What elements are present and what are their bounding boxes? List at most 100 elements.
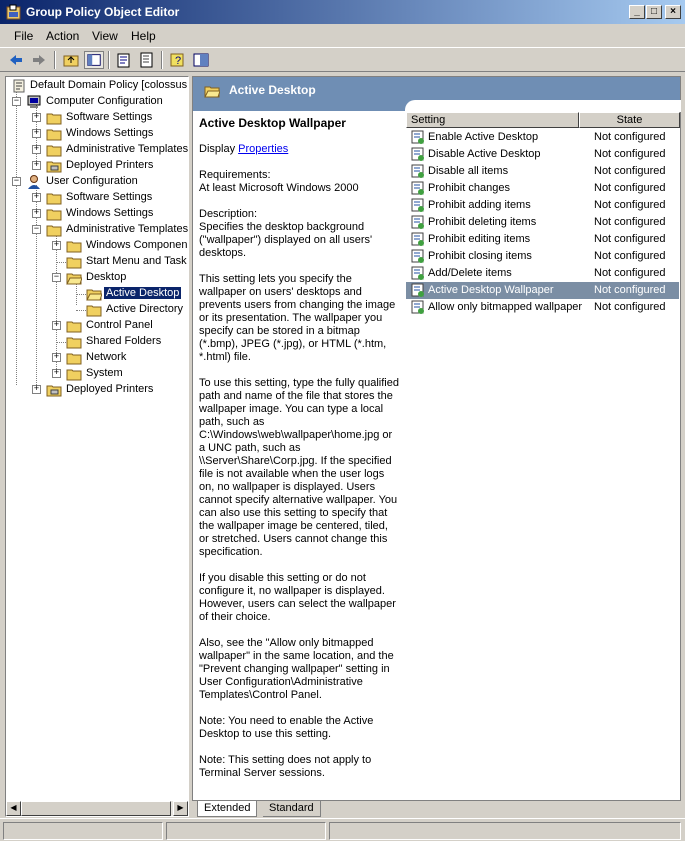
status-bar — [0, 818, 685, 841]
tree-horizontal-scrollbar[interactable]: ◀ ▶ — [6, 801, 188, 816]
expand-toggle[interactable]: + — [32, 129, 41, 138]
policy-setting-icon — [411, 283, 424, 297]
collapse-toggle[interactable]: − — [12, 177, 21, 186]
status-pane — [166, 822, 326, 840]
maximize-button[interactable]: □ — [646, 5, 662, 19]
open-folder-icon — [66, 273, 82, 285]
toolbar-separator — [161, 51, 163, 69]
list-item[interactable]: Add/Delete items Not configured — [406, 265, 679, 282]
menu-bar: File Action View Help — [0, 26, 685, 46]
toolbar-separator — [108, 51, 110, 69]
expand-toggle[interactable]: + — [32, 193, 41, 202]
minimize-button[interactable]: _ — [629, 5, 645, 19]
window-title: Group Policy Object Editor — [26, 5, 180, 19]
column-header-setting[interactable]: Setting — [406, 112, 579, 128]
folder-icon — [46, 193, 62, 205]
expand-toggle[interactable]: + — [32, 385, 41, 394]
toolbar: ? — [0, 47, 685, 72]
expand-toggle[interactable]: + — [52, 241, 61, 250]
folder-icon — [46, 129, 62, 141]
list-item[interactable]: Prohibit editing items Not configured — [406, 231, 679, 248]
policy-setting-icon — [411, 198, 424, 212]
collapse-toggle[interactable]: − — [52, 273, 61, 282]
menu-action[interactable]: Action — [46, 29, 79, 43]
menu-view[interactable]: View — [92, 29, 118, 43]
show-hide-tree-icon[interactable] — [84, 51, 104, 69]
policy-setting-icon — [411, 232, 424, 246]
policy-setting-icon — [411, 266, 424, 280]
expand-toggle[interactable]: + — [32, 145, 41, 154]
list-item[interactable]: Disable Active Desktop Not configured — [406, 146, 679, 163]
display-properties-line: Display Properties — [199, 143, 289, 155]
description-paragraph: Note: This setting does not apply to Ter… — [199, 754, 372, 779]
collapse-toggle[interactable]: − — [12, 97, 21, 106]
list-item[interactable]: Disable all items Not configured — [406, 163, 679, 180]
expand-toggle[interactable]: + — [32, 209, 41, 218]
description-body: Description: Specifies the desktop backgr… — [199, 208, 373, 259]
list-item[interactable]: Enable Active Desktop Not configured — [406, 129, 679, 146]
forward-icon[interactable] — [29, 51, 49, 69]
gpedit-app-icon — [6, 4, 21, 20]
list-item[interactable]: Prohibit closing items Not configured — [406, 248, 679, 265]
open-folder-icon — [86, 289, 102, 301]
list-item[interactable]: Prohibit changes Not configured — [406, 180, 679, 197]
policy-setting-icon — [411, 249, 424, 263]
scroll-left-icon[interactable]: ◀ — [6, 801, 21, 816]
folder-icon — [66, 257, 82, 269]
policy-scroll-icon — [13, 79, 25, 93]
description-title: Active Desktop Wallpaper — [199, 116, 346, 130]
console-tree-icon[interactable] — [191, 51, 211, 69]
expand-toggle[interactable]: + — [32, 113, 41, 122]
help-icon[interactable]: ? — [168, 51, 188, 69]
title-bar[interactable]: Group Policy Object Editor _ □ × — [0, 0, 685, 25]
folder-icon — [66, 353, 82, 365]
column-header-state[interactable]: State — [579, 112, 680, 128]
tab-standard[interactable]: Standard — [263, 801, 321, 817]
policy-setting-icon — [411, 300, 424, 314]
settings-list[interactable]: Setting State Enable Active Desktop Not c… — [406, 112, 680, 800]
list-item[interactable]: Allow only bitmapped wallpaper Not config… — [406, 299, 679, 316]
user-icon — [28, 175, 40, 189]
properties-icon[interactable] — [114, 51, 134, 69]
toolbar-separator — [54, 51, 56, 69]
description-paragraph: If you disable this setting or do not co… — [199, 572, 396, 623]
computer-icon — [27, 95, 41, 108]
open-folder-icon — [204, 86, 220, 98]
console-tree[interactable]: Default Domain Policy [colossus.u − Comp… — [5, 76, 189, 817]
collapse-toggle[interactable]: − — [32, 225, 41, 234]
list-item[interactable]: Prohibit adding items Not configured — [406, 197, 679, 214]
export-list-icon[interactable] — [137, 51, 157, 69]
expand-toggle[interactable]: + — [32, 161, 41, 170]
status-pane — [3, 822, 163, 840]
description-paragraph: Note: You need to enable the Active Desk… — [199, 715, 374, 740]
requirements: Requirements: At least Microsoft Windows … — [199, 169, 359, 194]
policy-setting-icon — [411, 215, 424, 229]
scroll-thumb[interactable] — [21, 801, 171, 816]
folder-icon — [66, 369, 82, 381]
folder-icon — [46, 113, 62, 125]
tab-extended[interactable]: Extended — [197, 801, 258, 817]
details-header-title: Active Desktop — [229, 83, 316, 97]
up-folder-icon[interactable] — [61, 51, 81, 69]
header-curve — [405, 100, 681, 112]
folder-icon — [66, 337, 82, 349]
back-icon[interactable] — [6, 51, 26, 69]
properties-link[interactable]: Properties — [238, 143, 288, 155]
menu-help[interactable]: Help — [131, 29, 156, 43]
expand-toggle[interactable]: + — [52, 321, 61, 330]
close-button[interactable]: × — [665, 5, 681, 19]
policy-setting-icon — [411, 181, 424, 195]
folder-icon — [86, 305, 102, 317]
policy-setting-icon — [411, 147, 424, 161]
svg-text:?: ? — [175, 55, 181, 67]
expand-toggle[interactable]: + — [52, 369, 61, 378]
scroll-right-icon[interactable]: ▶ — [173, 801, 188, 816]
description-paragraph: This setting lets you specify the wallpa… — [199, 273, 396, 363]
policy-setting-icon — [411, 130, 424, 144]
list-item[interactable]: Prohibit deleting items Not configured — [406, 214, 679, 231]
menu-file[interactable]: File — [14, 29, 33, 43]
expand-toggle[interactable]: + — [52, 353, 61, 362]
description-paragraph: To use this setting, type the fully qual… — [199, 377, 399, 558]
setting-description: Active Desktop Wallpaper Display Propert… — [199, 117, 399, 793]
list-item-selected[interactable]: Active Desktop Wallpaper Not configured — [406, 282, 679, 299]
